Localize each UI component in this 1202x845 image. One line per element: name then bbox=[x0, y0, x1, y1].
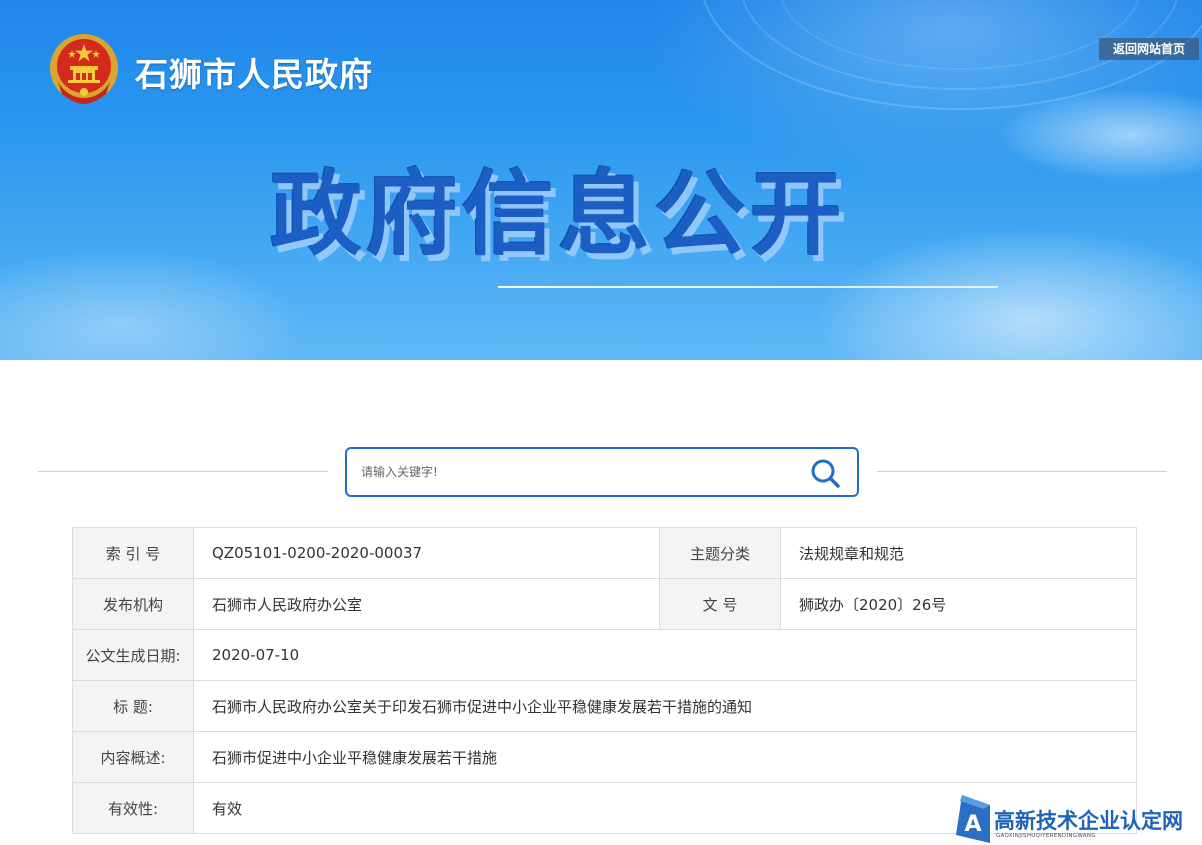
publisher-label: 发布机构 bbox=[72, 578, 194, 630]
validity-label: 有效性: bbox=[72, 782, 194, 834]
search-divider-right bbox=[877, 471, 1167, 472]
topic-value: 法规规章和规范 bbox=[780, 527, 1137, 579]
publisher-value: 石狮市人民政府办公室 bbox=[193, 578, 660, 630]
doc-number-label: 文 号 bbox=[659, 578, 781, 630]
search-input[interactable] bbox=[361, 459, 791, 485]
hero-title: 政府信息公开 bbox=[270, 161, 847, 268]
date-label: 公文生成日期: bbox=[72, 629, 194, 681]
topic-label: 主题分类 bbox=[659, 527, 781, 579]
date-value: 2020-07-10 bbox=[193, 629, 1137, 681]
doc-number-value: 狮政办〔2020〕26号 bbox=[780, 578, 1137, 630]
index-value: QZ05101-0200-2020-00037 bbox=[193, 527, 660, 579]
table-row: 发布机构 石狮市人民政府办公室 文 号 狮政办〔2020〕26号 bbox=[72, 578, 1137, 630]
watermark-a-icon: A bbox=[956, 795, 990, 843]
home-button[interactable]: 返回网站首页 bbox=[1099, 38, 1199, 60]
banner-cloud bbox=[0, 250, 300, 360]
summary-value: 石狮市促进中小企业平稳健康发展若干措施 bbox=[193, 731, 1137, 783]
search-box bbox=[345, 447, 859, 497]
title-label: 标 题: bbox=[72, 680, 194, 732]
hero-underline bbox=[498, 286, 998, 288]
watermark-logo: A 高新技术企业认定网 GAOXINJISHUQIYERENDINGWANG bbox=[956, 795, 1202, 845]
table-row: 索 引 号 QZ05101-0200-2020-00037 主题分类 法规规章和… bbox=[72, 527, 1137, 579]
table-row: 公文生成日期: 2020-07-10 bbox=[72, 629, 1137, 681]
watermark-title: 高新技术企业认定网 bbox=[994, 809, 1183, 833]
search-divider-left bbox=[38, 471, 328, 472]
site-name[interactable]: 石狮市人民政府 bbox=[135, 48, 373, 96]
summary-label: 内容概述: bbox=[72, 731, 194, 783]
header-banner: 石狮市人民政府 返回网站首页 政府信息公开 bbox=[0, 0, 1202, 360]
watermark-subtitle: GAOXINJISHUQIYERENDINGWANG bbox=[996, 833, 1096, 839]
national-emblem-icon[interactable] bbox=[48, 32, 120, 104]
table-row: 内容概述: 石狮市促进中小企业平稳健康发展若干措施 bbox=[72, 731, 1137, 783]
table-row: 标 题: 石狮市人民政府办公室关于印发石狮市促进中小企业平稳健康发展若干措施的通… bbox=[72, 680, 1137, 732]
svg-text:A: A bbox=[964, 812, 981, 837]
document-info-table: 索 引 号 QZ05101-0200-2020-00037 主题分类 法规规章和… bbox=[72, 527, 1137, 834]
search-icon[interactable] bbox=[809, 457, 843, 489]
title-value: 石狮市人民政府办公室关于印发石狮市促进中小企业平稳健康发展若干措施的通知 bbox=[193, 680, 1137, 732]
index-label: 索 引 号 bbox=[72, 527, 194, 579]
